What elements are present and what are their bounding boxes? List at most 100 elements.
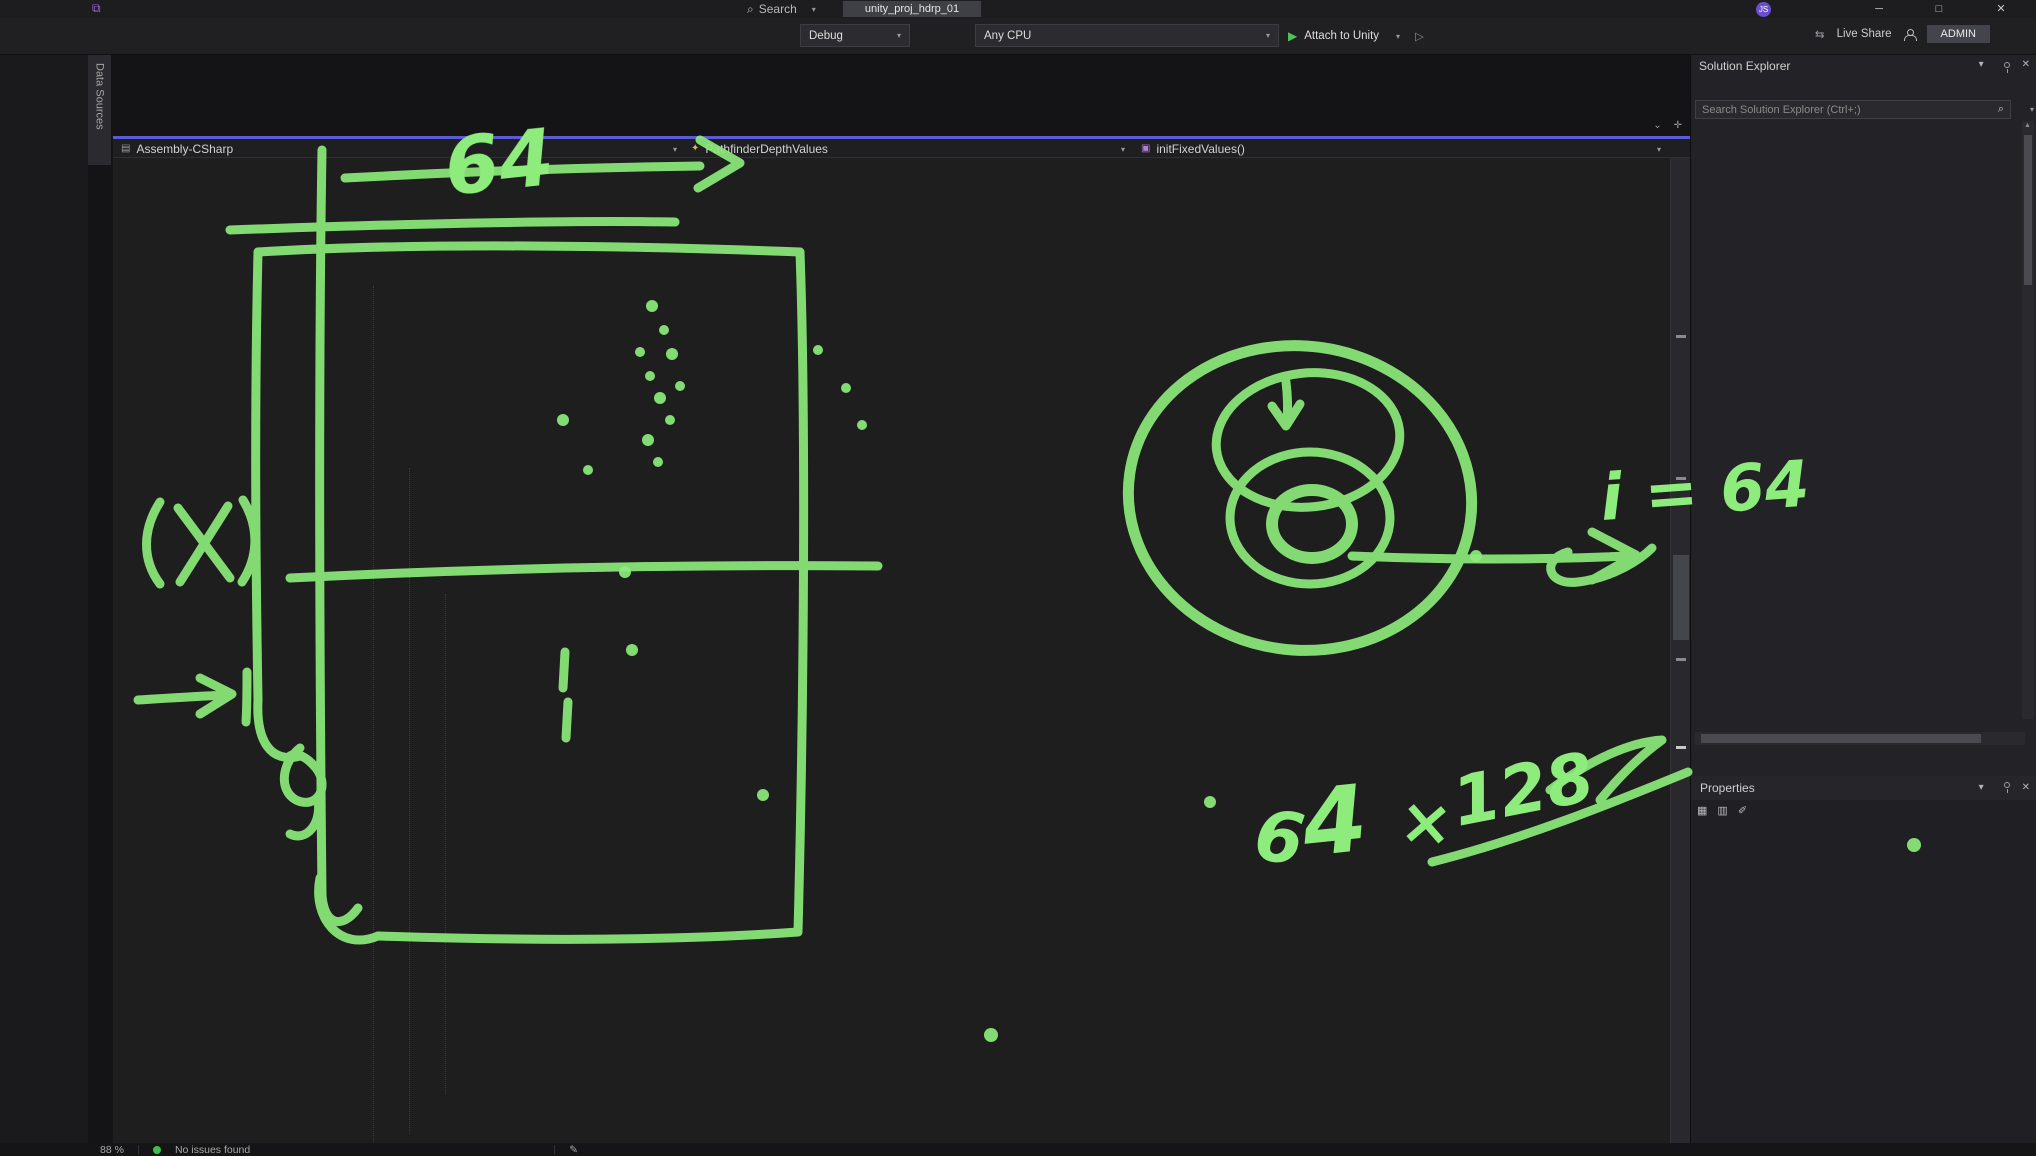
visual-studio-window: ⧉ ⌕ Search ▾ unity_proj_hdrp_01 JS ─ □ ✕… bbox=[0, 0, 2036, 1156]
member-dropdown[interactable]: ▣ initFixedValues() bbox=[1141, 139, 1245, 158]
project-name-box[interactable]: unity_proj_hdrp_01 bbox=[843, 1, 981, 17]
property-pages-icon[interactable]: ✐ bbox=[1738, 804, 1747, 817]
editor-vertical-scrollbar[interactable] bbox=[1670, 158, 1690, 1143]
scrollbar-thumb[interactable] bbox=[1701, 734, 1981, 743]
play-icon: ▶ bbox=[1288, 29, 1297, 43]
minimize-icon: ─ bbox=[1875, 3, 1883, 15]
search-icon: ⌕ bbox=[1998, 103, 2004, 116]
properties-header-icons: ▾ ✕ bbox=[1979, 782, 2030, 793]
document-tab-row-2 bbox=[113, 75, 1690, 95]
properties-panel: Properties ▾ ✕ ▦ ▥ ✐ bbox=[1690, 776, 2036, 1143]
admin-button[interactable]: ADMIN bbox=[1927, 25, 1990, 43]
document-tab-row-3 bbox=[113, 96, 1690, 116]
method-icon: ▣ bbox=[1141, 143, 1150, 154]
chevron-down-icon: ▾ bbox=[1266, 31, 1270, 40]
alphabetical-icon[interactable]: ▥ bbox=[1717, 804, 1727, 817]
close-button[interactable]: ✕ bbox=[1984, 0, 2018, 17]
visual-studio-logo-icon: ⧉ bbox=[92, 1, 109, 17]
search-control[interactable]: ⌕ Search ▾ bbox=[747, 0, 816, 18]
chevron-down-icon: ▾ bbox=[812, 5, 816, 14]
start-without-debugging-icon[interactable]: ▷ bbox=[1415, 29, 1424, 43]
search-label: Search bbox=[759, 2, 797, 16]
solution-explorer-header-icons: ▾ ✕ bbox=[1979, 59, 2030, 70]
attach-to-unity-button[interactable]: ▶ Attach to Unity ▾ ▷ bbox=[1288, 24, 1424, 48]
user-avatar[interactable]: JS bbox=[1756, 2, 1771, 17]
scroll-up-icon[interactable]: ▲ bbox=[2024, 122, 2031, 129]
document-tab-row-1 bbox=[113, 55, 1690, 75]
float-dock-icon[interactable]: ✛ bbox=[1674, 120, 1682, 131]
divider bbox=[138, 1145, 139, 1154]
maximize-icon: □ bbox=[1936, 3, 1943, 15]
chevron-down-icon[interactable]: ▾ bbox=[1979, 59, 1984, 70]
chevron-down-icon: ▾ bbox=[897, 31, 901, 40]
solution-explorer-search-input[interactable]: Search Solution Explorer (Ctrl+;) ⌕ bbox=[1695, 100, 2011, 119]
properties-toolbar: ▦ ▥ ✐ bbox=[1697, 804, 1747, 817]
minimize-button[interactable]: ─ bbox=[1862, 0, 1896, 17]
project-name: unity_proj_hdrp_01 bbox=[865, 3, 959, 15]
navigation-bar: ▤ Assembly-CSharp ▾ ✦ PathfinderDepthVal… bbox=[113, 139, 1690, 158]
properties-title: Properties bbox=[1700, 781, 1755, 795]
indent-guide bbox=[373, 286, 374, 1143]
scrollbar-mark bbox=[1676, 335, 1686, 338]
solution-tree bbox=[1691, 121, 2023, 719]
person-icon bbox=[1904, 29, 1915, 40]
debug-config-dropdown[interactable]: Debug ▾ bbox=[800, 24, 910, 47]
health-indicator-icon bbox=[153, 1146, 161, 1154]
platform-dropdown[interactable]: Any CPU ▾ bbox=[975, 24, 1279, 47]
pin-icon[interactable] bbox=[2004, 782, 2010, 788]
data-sources-tool-tab[interactable]: Data Sources bbox=[88, 55, 111, 165]
edit-mode-icon: ✎ bbox=[569, 1144, 578, 1156]
class-icon: ✦ bbox=[691, 143, 699, 154]
chevron-down-icon[interactable]: ▾ bbox=[2030, 105, 2034, 114]
solution-explorer-title: Solution Explorer bbox=[1699, 59, 1790, 73]
solution-explorer-toolbar bbox=[1695, 78, 2033, 98]
chevron-down-icon: ▾ bbox=[1121, 145, 1125, 154]
categorized-icon[interactable]: ▦ bbox=[1697, 804, 1707, 817]
close-icon[interactable]: ✕ bbox=[2022, 59, 2030, 70]
show-hidden-tabs-icon[interactable]: ⌄ bbox=[1653, 120, 1661, 131]
type-dropdown[interactable]: ✦ PathfinderDepthValues bbox=[691, 139, 828, 158]
title-bar: ⧉ ⌕ Search ▾ unity_proj_hdrp_01 JS ─ □ ✕ bbox=[0, 0, 2036, 18]
search-icon: ⌕ bbox=[747, 2, 754, 17]
data-sources-label: Data Sources bbox=[94, 63, 106, 130]
divider bbox=[554, 1145, 555, 1154]
live-share-icon: ⇆ bbox=[1815, 27, 1825, 41]
status-bar: 88 % No issues found ✎ bbox=[0, 1143, 2036, 1156]
pin-icon[interactable] bbox=[2004, 62, 2010, 68]
tree-vertical-scrollbar[interactable]: ▲ bbox=[2022, 121, 2034, 719]
toolbar-right-group: ⇆ Live Share ADMIN bbox=[1815, 25, 1990, 43]
issues-status[interactable]: No issues found bbox=[175, 1144, 250, 1156]
tree-horizontal-scrollbar[interactable] bbox=[1695, 732, 2025, 745]
type-dropdown-value: PathfinderDepthValues bbox=[705, 142, 828, 156]
main-toolbar: Debug ▾ Any CPU ▾ ▶ Attach to Unity ▾ ▷ ⇆ … bbox=[0, 18, 2036, 55]
indent-guide bbox=[445, 594, 446, 1094]
document-tab-row-4: ⌄ ✛ bbox=[113, 116, 1690, 136]
user-initials: JS bbox=[1759, 5, 1768, 14]
member-dropdown-value: initFixedValues() bbox=[1156, 142, 1244, 156]
attach-to-unity-label: Attach to Unity bbox=[1304, 30, 1379, 42]
chevron-down-icon: ▾ bbox=[1657, 145, 1661, 154]
scrollbar-thumb[interactable] bbox=[2024, 135, 2032, 285]
chevron-down-icon: ▾ bbox=[673, 145, 677, 154]
search-placeholder: Search Solution Explorer (Ctrl+;) bbox=[1702, 104, 1861, 116]
close-icon: ✕ bbox=[1996, 2, 2005, 15]
debug-config-value: Debug bbox=[809, 30, 843, 42]
zoom-level[interactable]: 88 % bbox=[100, 1144, 124, 1156]
indent-guide bbox=[409, 468, 410, 1134]
project-dropdown[interactable]: ▤ Assembly-CSharp bbox=[121, 139, 233, 158]
scrollbar-mark bbox=[1676, 658, 1686, 661]
scrollbar-cursor-mark bbox=[1676, 746, 1686, 749]
chevron-down-icon: ▾ bbox=[1396, 32, 1400, 41]
live-share-button[interactable]: Live Share bbox=[1837, 28, 1892, 40]
chevron-down-icon[interactable]: ▾ bbox=[1979, 782, 1984, 793]
scrollbar-thumb[interactable] bbox=[1673, 555, 1689, 640]
left-dock-rail bbox=[0, 55, 88, 1143]
close-icon[interactable]: ✕ bbox=[2022, 782, 2030, 793]
project-dropdown-value: Assembly-CSharp bbox=[136, 142, 233, 156]
platform-value: Any CPU bbox=[984, 30, 1031, 42]
code-editor[interactable] bbox=[113, 158, 1690, 1143]
solution-explorer-panel: Solution Explorer ▾ ✕ Search Solution Ex… bbox=[1690, 55, 2036, 776]
tool-window-tab-strip bbox=[1695, 749, 2033, 773]
assembly-icon: ▤ bbox=[121, 143, 130, 154]
maximize-button[interactable]: □ bbox=[1922, 0, 1956, 17]
